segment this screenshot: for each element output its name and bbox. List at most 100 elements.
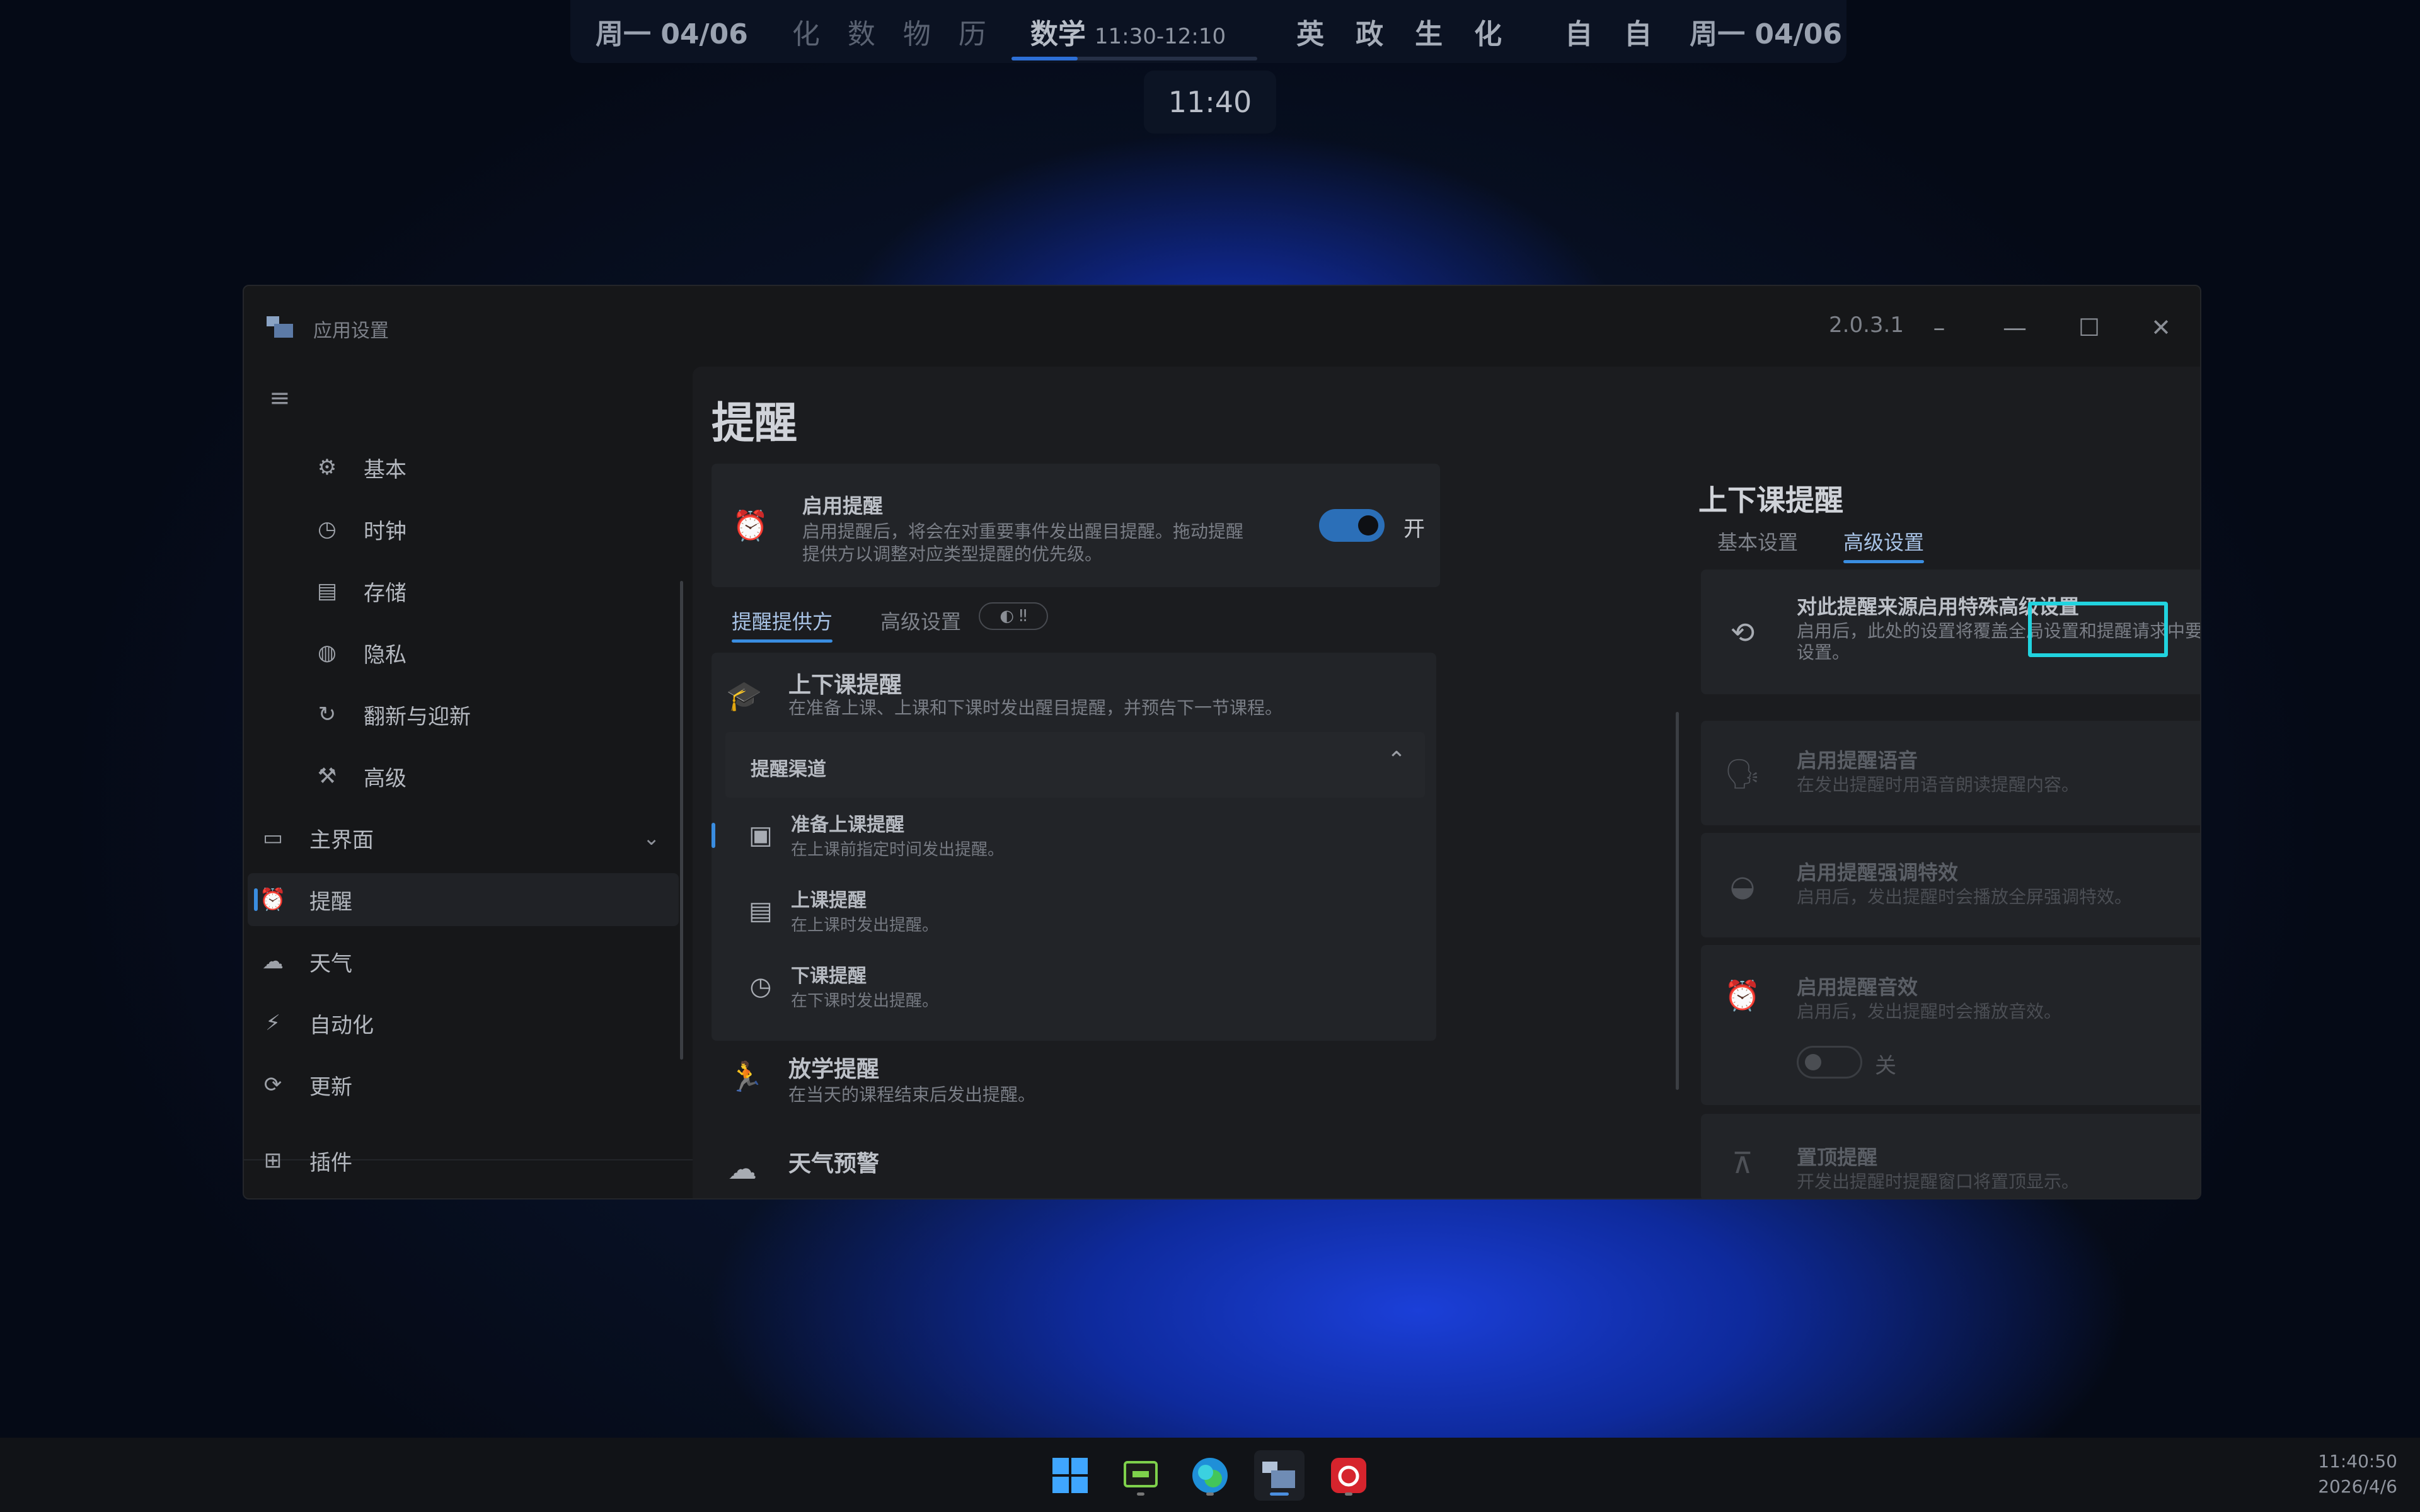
minimize-icon[interactable]: —: [1990, 309, 2040, 346]
version-label: 2.0.3.1: [1829, 312, 1904, 338]
detail-tab-advanced[interactable]: 高级设置: [1843, 527, 1925, 563]
schedule-date-right: 周一 04/06: [1690, 18, 1842, 50]
refresh-icon: ↻: [318, 702, 337, 727]
provider-title: 天气预警: [788, 1151, 880, 1177]
channel-section-title: 提醒渠道: [751, 759, 826, 781]
weather-icon: ☁: [262, 949, 284, 974]
sidebar-item-automation[interactable]: ⚡ 自动化: [259, 997, 679, 1050]
sidebar-item-update[interactable]: ⟳ 更新: [259, 1058, 679, 1111]
sidebar-scrollbar[interactable]: [680, 581, 683, 1060]
sidebar: ≡ ⚙ 基本 ◷ 时钟 ▤ 存储 ◍ 隐私 ↻ 翻新与迎新 ⚒ 高级 ▭ 主界面 ⌄ ⏰ 提醒 …: [244, 367, 693, 1198]
sidebar-item-label: 存储: [364, 580, 406, 606]
terminal-icon[interactable]: [1115, 1450, 1166, 1501]
provider-desc: 在准备上课、上课和下课时发出醒目提醒，并预告下一节课程。: [788, 697, 1283, 718]
alarm-icon: ⏰: [259, 887, 287, 912]
voice-icon: 🗣: [1724, 756, 1761, 791]
chevron-down-icon[interactable]: ⌄: [643, 826, 660, 850]
taskbar: 11:40:50 2026/4/6: [0, 1438, 2420, 1512]
cloud-icon: ☁: [728, 1152, 757, 1186]
class-start-icon: ▤: [749, 896, 773, 925]
next-subject: 化: [1474, 18, 1502, 50]
sidebar-item-main-ui[interactable]: ▭ 主界面 ⌄: [259, 811, 679, 864]
window-icon: ▭: [262, 825, 284, 850]
classisland-icon[interactable]: [1254, 1450, 1305, 1501]
chevron-up-icon[interactable]: ⌃: [1387, 747, 1406, 773]
option-desc: 开发出提醒时提醒窗口将置顶显示。: [1797, 1171, 2080, 1192]
clock-icon: ◷: [318, 517, 337, 542]
effect-icon: ◒: [1729, 869, 1756, 903]
start-icon[interactable]: [1045, 1450, 1095, 1501]
channel-title: 准备上课提醒: [791, 814, 904, 836]
special-settings-desc-2: 设置。: [1797, 642, 1850, 663]
channel-desc: 在下课时发出提醒。: [791, 992, 939, 1011]
sidebar-item-label: 主界面: [309, 827, 374, 853]
current-subject-progress: [1011, 57, 1257, 60]
window-title: 应用设置: [313, 320, 389, 342]
channel-title: 下课提醒: [791, 965, 867, 987]
schedule-date-left: 周一 04/06: [596, 18, 748, 50]
netease-music-icon[interactable]: [1323, 1450, 1374, 1501]
app-icon: [267, 316, 293, 338]
option-sound: ⏰ 启用提醒音效 启用后，发出提醒时会播放音效。 关 ⌄: [1701, 945, 2200, 1105]
title-bar[interactable]: 应用设置 2.0.3.1 – — ☐ ✕: [244, 286, 2200, 367]
sidebar-item-renew[interactable]: ↻ 翻新与迎新: [313, 688, 679, 741]
sidebar-item-label: 基本: [364, 457, 406, 483]
sidebar-item-label: 插件: [309, 1150, 352, 1176]
sidebar-item-plugins[interactable]: ⊞ 插件: [259, 1134, 679, 1187]
provider-class-reminder[interactable]: 🎓 上下课提醒 在准备上课、上课和下课时发出醒目提醒，并预告下一节课程。 提醒渠…: [712, 653, 1436, 1041]
later-subject: 自: [1565, 18, 1593, 50]
edge-icon[interactable]: [1185, 1450, 1235, 1501]
option-desc: 启用后，发出提醒时会播放音效。: [1797, 1001, 2062, 1022]
sidebar-item-label: 天气: [309, 951, 352, 976]
enable-reminder-toggle[interactable]: [1319, 509, 1385, 542]
settings-window: 应用设置 2.0.3.1 – — ☐ ✕ ≡ ⚙ 基本 ◷ 时钟 ▤ 存储 ◍ 隐私 ↻…: [243, 285, 2201, 1200]
option-sound-toggle[interactable]: [1797, 1046, 1862, 1079]
sidebar-item-reminder[interactable]: ⏰ 提醒: [248, 873, 679, 926]
enable-reminder-state: 开: [1403, 517, 1425, 542]
maximize-icon[interactable]: ☐: [2064, 309, 2114, 346]
running-indicator: [1345, 1492, 1352, 1496]
alarm-icon: ⏰: [1724, 978, 1761, 1012]
sidebar-item-privacy[interactable]: ◍ 隐私: [313, 626, 679, 679]
schedule-bar: 周一 04/06 化 数 物 历 数学 11:30-12:10 英 政 生 化 自…: [570, 0, 1847, 63]
current-subject-time: 11:30-12:10: [1094, 24, 1226, 49]
detail-tab-basic[interactable]: 基本设置: [1717, 527, 1798, 556]
close-icon[interactable]: ✕: [2136, 309, 2186, 346]
sidebar-item-advanced[interactable]: ⚒ 高级: [313, 750, 679, 803]
focus-highlight: [2028, 602, 2168, 657]
current-subject-name: 数学: [1030, 18, 1086, 50]
alarm-icon: ⏰: [732, 508, 769, 542]
settings-override-icon: ⟲: [1730, 616, 1755, 650]
past-subject: 历: [958, 18, 986, 50]
sidebar-item-weather[interactable]: ☁ 天气: [259, 935, 679, 988]
menu-icon[interactable]: ≡: [269, 386, 294, 411]
channel-title: 上课提醒: [791, 890, 867, 912]
option-title: 置顶提醒: [1797, 1145, 1878, 1169]
sidebar-item-label: 隐私: [364, 642, 406, 668]
update-icon: ⟳: [263, 1072, 282, 1097]
tab-providers[interactable]: 提醒提供方: [732, 606, 833, 643]
content-area: 提醒 ⏰ 启用提醒 启用提醒后，将会在对重要事件发出醒目提醒。拖动提醒 提供方以…: [693, 367, 2200, 1198]
graduation-cap-icon: 🎓: [726, 678, 763, 713]
provider-list-scrollbar[interactable]: [1676, 712, 1679, 1090]
plugin-icon: ⊞: [263, 1148, 282, 1173]
channel-desc: 在上课前指定时间发出提醒。: [791, 840, 1005, 859]
past-subject: 物: [902, 18, 931, 50]
gear-icon: ⚙: [317, 455, 337, 480]
active-indicator: [1270, 1492, 1289, 1496]
tab-advanced[interactable]: 高级设置: [880, 606, 961, 635]
compact-icon[interactable]: –: [1914, 309, 1964, 346]
sidebar-item-label: 时钟: [364, 518, 406, 544]
sidebar-item-clock[interactable]: ◷ 时钟: [313, 503, 679, 556]
sidebar-item-basic[interactable]: ⚙ 基本: [313, 441, 679, 494]
sidebar-item-label: 翻新与迎新: [364, 704, 471, 730]
sidebar-item-storage[interactable]: ▤ 存储: [313, 564, 679, 617]
prepare-class-icon: ▣: [749, 821, 773, 850]
channel-desc: 在上课时发出提醒。: [791, 916, 939, 935]
channel-section-header[interactable]: 提醒渠道 ⌃: [725, 732, 1425, 798]
option-title: 启用提醒语音: [1797, 748, 1918, 772]
advanced-icon: ⚒: [317, 764, 337, 789]
automation-icon: ⚡: [265, 1011, 280, 1036]
taskbar-clock[interactable]: 11:40:50 2026/4/6: [2318, 1449, 2397, 1499]
next-subject: 英: [1296, 18, 1325, 50]
